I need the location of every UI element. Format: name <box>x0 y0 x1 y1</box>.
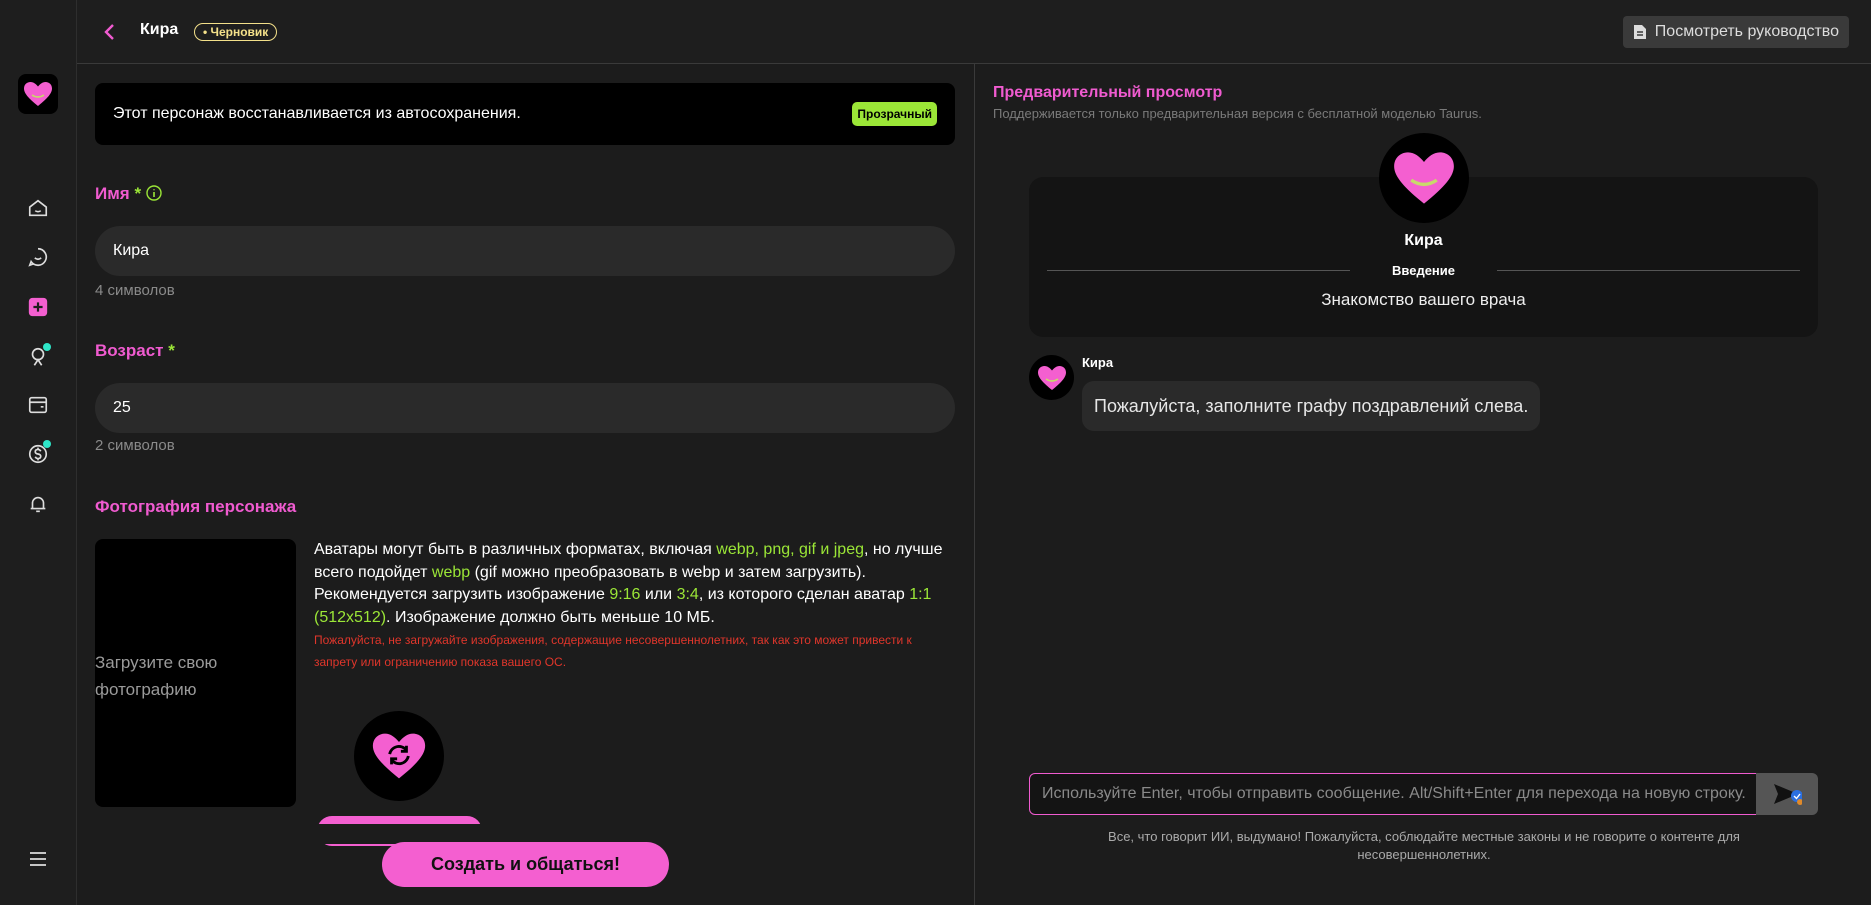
age-label-text: Возраст <box>95 341 164 360</box>
ai-disclaimer: Все, что говорит ИИ, выдумано! Пожалуйст… <box>1108 829 1740 862</box>
chat-icon[interactable] <box>24 243 52 271</box>
sidebar <box>0 0 77 905</box>
transparent-badge[interactable]: Прозрачный <box>852 102 937 126</box>
create-icon[interactable] <box>24 293 52 321</box>
preview-panel: Предварительный просмотр Поддерживается … <box>974 64 1871 905</box>
required-mark: * <box>168 341 175 360</box>
wallet-icon[interactable] <box>24 391 52 419</box>
chevron-left-icon <box>104 24 114 40</box>
upload-text: Загрузите свою фотографию <box>95 653 218 699</box>
name-label: Имя * <box>95 184 162 204</box>
character-icon[interactable] <box>24 343 52 371</box>
autosave-notice: Этот персонаж восстанавливается из автос… <box>95 83 955 145</box>
autosave-text: Этот персонаж восстанавливается из автос… <box>113 105 521 122</box>
age-char-count: 2 символов <box>95 437 175 454</box>
notification-dot <box>43 343 51 351</box>
page-title: Кира <box>140 21 179 38</box>
age-input[interactable]: 25 <box>95 383 955 433</box>
document-icon <box>1633 25 1646 39</box>
name-char-count: 4 символов <box>95 282 175 299</box>
photo-description: Аватары могут быть в различных форматах,… <box>314 541 943 626</box>
age-label: Возраст * <box>95 341 175 361</box>
message-sender: Кира <box>1082 355 1114 370</box>
scroll-fade <box>77 824 974 844</box>
heart-avatar-icon <box>1037 365 1066 390</box>
heart-avatar-icon <box>1394 152 1454 204</box>
heart-logo-icon <box>24 82 52 106</box>
bell-icon[interactable] <box>24 490 52 518</box>
message-bubble: Пожалуйста, заполните графу поздравлений… <box>1082 381 1541 431</box>
back-button[interactable] <box>97 20 121 44</box>
guide-label: Посмотреть руководство <box>1654 23 1839 40</box>
photo-warning: Пожалуйста, не загружайте изображения, с… <box>314 633 912 669</box>
name-label-text: Имя <box>95 184 130 203</box>
app-logo[interactable] <box>18 74 58 114</box>
name-input[interactable]: Кира <box>95 226 955 276</box>
home-icon[interactable] <box>24 194 52 222</box>
guide-button[interactable]: Посмотреть руководство <box>1622 16 1849 48</box>
photo-upload-area[interactable]: Загрузите свою фотографию <box>95 539 296 807</box>
required-mark: * <box>134 184 142 203</box>
status-badge: • Черновик <box>194 23 278 41</box>
chat-input[interactable]: Используйте Enter, чтобы отправить сообщ… <box>1029 773 1762 815</box>
character-avatar <box>1379 133 1469 223</box>
message-avatar <box>1029 355 1074 400</box>
send-button[interactable] <box>1756 773 1818 815</box>
photo-label: Фотография персонажа <box>95 497 297 516</box>
avatar-preview[interactable] <box>354 711 444 801</box>
preview-title: Предварительный просмотр <box>993 84 1223 101</box>
info-icon[interactable] <box>146 185 162 201</box>
menu-icon[interactable] <box>24 845 52 873</box>
top-bar: Кира • Черновик Посмотреть руководство <box>77 0 1871 64</box>
preview-subtitle: Поддерживается только предварительная ве… <box>993 106 1482 121</box>
notification-dot <box>43 440 51 448</box>
intro-label: Введение <box>1392 263 1455 278</box>
character-name: Кира <box>1404 232 1443 249</box>
character-form: Этот персонаж восстанавливается из автос… <box>77 64 974 905</box>
intro-description: Знакомство вашего врача <box>1321 290 1526 309</box>
send-icon <box>1774 784 1802 805</box>
create-and-chat-button[interactable]: Создать и общаться! <box>382 842 669 887</box>
heart-refresh-icon <box>372 733 426 779</box>
coin-icon[interactable] <box>24 440 52 468</box>
